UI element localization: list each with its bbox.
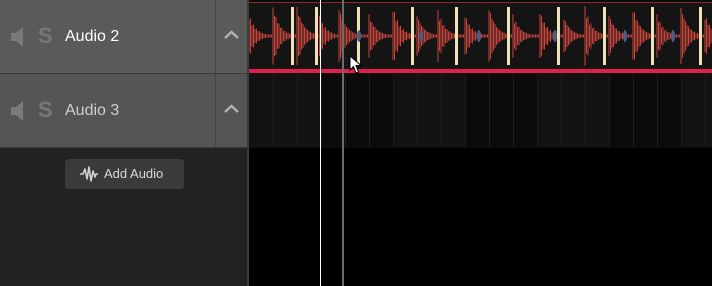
solo-button[interactable]: S xyxy=(38,22,53,50)
track-name: Audio 2 xyxy=(65,28,120,45)
track-header-audio-3[interactable]: S Audio 3 xyxy=(0,74,247,148)
track-headers-panel: S Audio 2 S Audio 3 Add Audio xyxy=(0,0,247,286)
track-header-audio-2[interactable]: S Audio 2 xyxy=(0,0,247,74)
audio-clip[interactable] xyxy=(249,2,712,73)
speaker-icon[interactable] xyxy=(10,100,28,122)
track-lane-audio-3[interactable] xyxy=(249,74,712,149)
empty-timeline-area[interactable] xyxy=(249,148,712,286)
chevron-up-icon xyxy=(224,104,239,113)
speaker-icon[interactable] xyxy=(10,26,28,48)
edit-cursor-line xyxy=(342,0,344,286)
add-audio-button[interactable]: Add Audio xyxy=(65,159,184,189)
mouse-pointer-icon xyxy=(349,55,363,74)
collapse-button[interactable] xyxy=(215,0,247,73)
timeline[interactable] xyxy=(249,0,712,286)
add-audio-label: Add Audio xyxy=(104,166,164,181)
playhead[interactable] xyxy=(320,0,321,286)
solo-button[interactable]: S xyxy=(38,96,53,124)
track-name: Audio 3 xyxy=(65,102,120,119)
clip-selection-bar xyxy=(249,69,712,73)
collapse-button[interactable] xyxy=(215,74,247,147)
waveform-icon xyxy=(80,166,98,182)
clip-waveform xyxy=(249,6,712,66)
track-lane-audio-2[interactable] xyxy=(249,0,712,75)
chevron-up-icon xyxy=(224,30,239,39)
